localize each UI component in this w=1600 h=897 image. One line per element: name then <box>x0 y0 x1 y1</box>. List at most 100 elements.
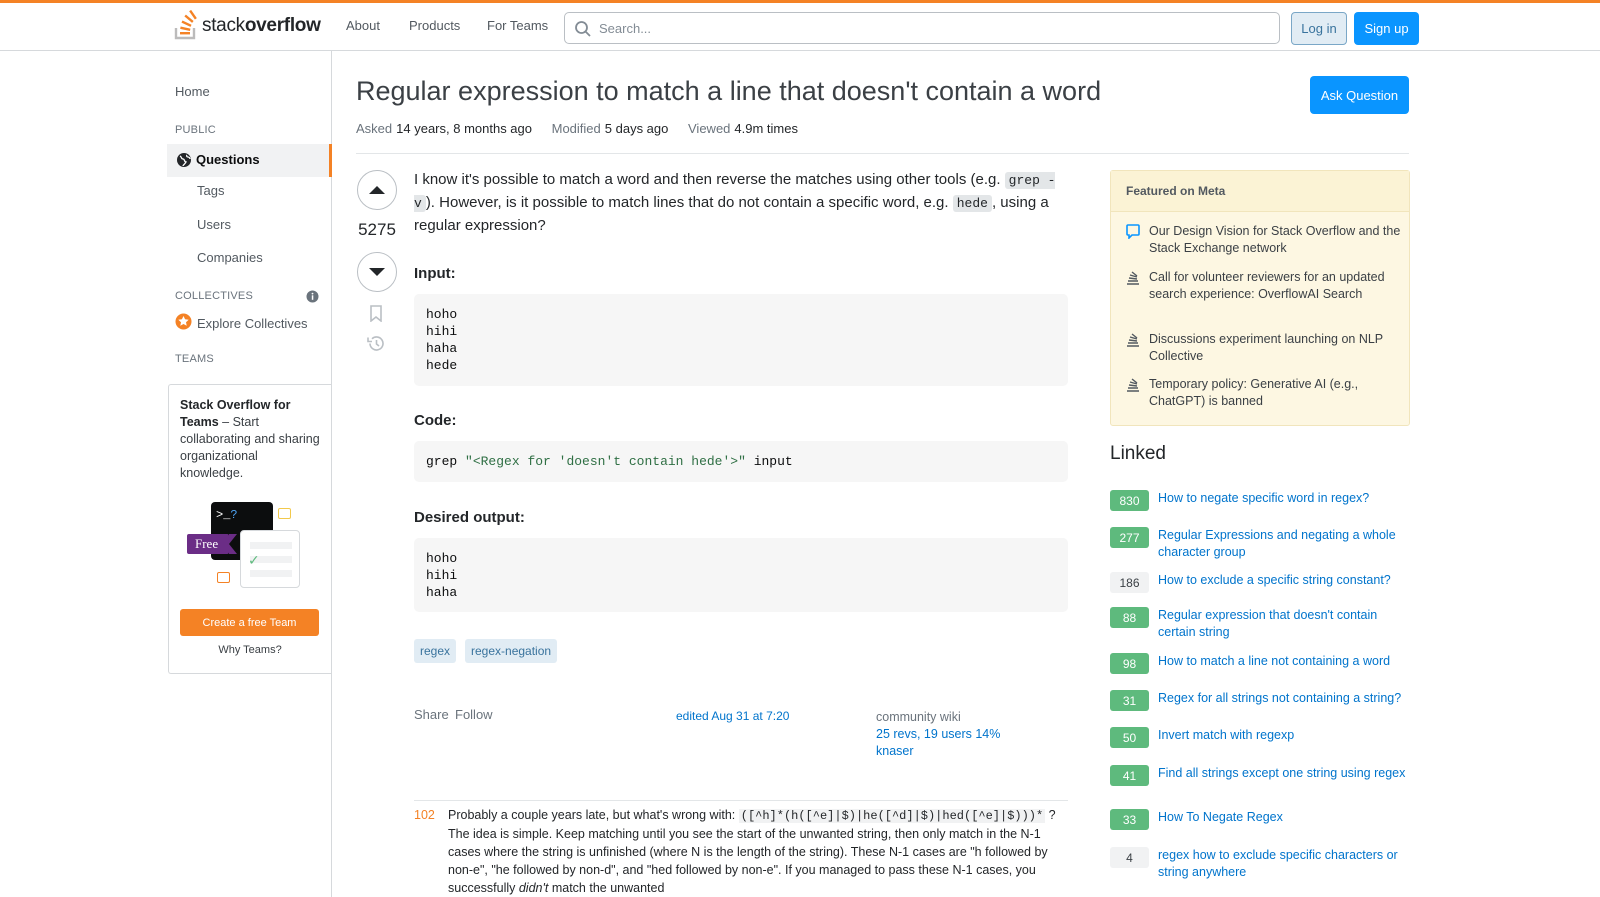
linked-question[interactable]: 50 Invert match with regexp <box>1110 727 1410 748</box>
info-icon[interactable] <box>306 290 319 306</box>
code-heading: Code: <box>414 412 457 429</box>
linked-title: Invert match with regexp <box>1158 728 1295 742</box>
featured-heading: Featured on Meta <box>1111 171 1409 212</box>
modified-value[interactable]: 5 days ago <box>605 121 669 136</box>
linked-title: Regex for all strings not containing a s… <box>1158 691 1402 705</box>
linked-score: 186 <box>1110 572 1149 593</box>
linked-question[interactable]: 88 Regular expression that doesn't contai… <box>1110 607 1410 641</box>
input-heading: Input: <box>414 265 456 282</box>
linked-heading: Linked <box>1110 443 1166 464</box>
sidebar-heading-collectives: COLLECTIVES <box>175 290 254 302</box>
featured-item[interactable]: Temporary policy: Generative AI (e.g., C… <box>1126 376 1401 410</box>
comment-text: Probably a couple years late, but what's… <box>448 808 1056 895</box>
linked-question[interactable]: 830 How to negate specific word in regex? <box>1110 490 1410 511</box>
arrow-down-icon <box>368 265 386 280</box>
linked-score: 41 <box>1110 765 1149 786</box>
linked-title: How To Negate Regex <box>1158 810 1283 824</box>
linked-question[interactable]: 41 Find all strings except one string usi… <box>1110 765 1410 786</box>
sidebar-item-explore-collectives[interactable]: Explore Collectives <box>175 313 308 333</box>
stackoverflow-logo[interactable]: stackoverflow <box>174 9 321 43</box>
linked-title: Regular expression that doesn't contain … <box>1158 608 1378 639</box>
featured-item[interactable]: Call for volunteer reviewers for an upda… <box>1126 269 1401 303</box>
stackoverflow-logo-icon <box>174 9 198 43</box>
linked-score: 277 <box>1110 527 1149 548</box>
linked-title: Regular Expressions and negating a whole… <box>1158 528 1396 559</box>
sidebar-item-questions[interactable]: Questions <box>167 144 332 177</box>
output-heading: Desired output: <box>414 509 525 526</box>
collectives-icon <box>175 313 192 333</box>
linked-score: 33 <box>1110 809 1149 830</box>
tag-regex[interactable]: regex <box>414 639 457 663</box>
teams-promo: Stack Overflow for Teams – Start collabo… <box>168 384 332 674</box>
linked-title: regex how to exclude specific characters… <box>1158 848 1398 879</box>
comment-code: ([^h]*(h([^e]|$)|he([^d]|$)|hed([^e]|$))… <box>738 809 1046 823</box>
linked-question[interactable]: 277 Regular Expressions and negating a wh… <box>1110 527 1410 561</box>
teams-illustration: >_? ✓ Free <box>187 500 307 592</box>
linked-score: 98 <box>1110 653 1149 674</box>
linked-question[interactable]: 4 regex how to exclude specific character… <box>1110 847 1410 881</box>
teams-promo-text: Stack Overflow for Teams – Start collabo… <box>180 398 320 480</box>
speech-bubble-icon <box>1126 223 1149 257</box>
featured-item[interactable]: Discussions experiment launching on NLP … <box>1126 331 1401 365</box>
linked-question[interactable]: 186 How to exclude a specific string cons… <box>1110 572 1410 593</box>
sidebar-item-companies[interactable]: Companies <box>197 250 263 265</box>
free-badge: Free <box>195 536 219 551</box>
asked-label: Asked <box>356 121 393 136</box>
why-teams-link[interactable]: Why Teams? <box>169 644 331 656</box>
left-sidebar: Home PUBLIC Questions Tags Users Compani… <box>0 51 332 897</box>
sidebar-item-users[interactable]: Users <box>197 217 231 232</box>
linked-question[interactable]: 33 How To Negate Regex <box>1110 809 1410 830</box>
nav-products[interactable]: Products <box>409 18 460 33</box>
bookmark-icon[interactable] <box>369 305 383 325</box>
arrow-up-icon <box>368 183 386 198</box>
divider <box>356 153 1409 154</box>
ask-question-button[interactable]: Ask Question <box>1310 76 1409 114</box>
asked-value: 14 years, 8 months ago <box>396 121 532 136</box>
linked-title: How to exclude a specific string constan… <box>1158 573 1391 587</box>
modified-label: Modified <box>551 121 601 136</box>
linked-title: How to match a line not containing a wor… <box>1158 654 1391 668</box>
linked-score: 830 <box>1110 490 1149 511</box>
sidebar-item-tags[interactable]: Tags <box>197 183 224 198</box>
signup-button[interactable]: Sign up <box>1354 12 1419 45</box>
top-bar: stackoverflow About Products For Teams L… <box>0 0 1600 51</box>
share-link[interactable]: Share <box>414 707 449 722</box>
code-block: grep "<Regex for 'doesn't contain hede'>… <box>414 441 1068 482</box>
linked-question[interactable]: 98 How to match a line not containing a w… <box>1110 653 1410 674</box>
linked-score: 31 <box>1110 690 1149 711</box>
stack-exchange-icon <box>1126 331 1149 365</box>
login-button[interactable]: Log in <box>1291 12 1347 45</box>
viewed-value: 4.9m times <box>734 121 798 136</box>
nav-about[interactable]: About <box>346 18 380 33</box>
search-input[interactable] <box>597 18 1257 38</box>
vote-count: 5275 <box>358 220 396 239</box>
nav-for-teams[interactable]: For Teams <box>487 18 548 33</box>
inline-code: hede <box>952 195 992 212</box>
comment-score: 102 <box>414 808 435 822</box>
question-body: I know it's possible to match a word and… <box>414 171 1056 234</box>
stack-exchange-icon <box>1126 376 1149 410</box>
upvote-button[interactable] <box>357 170 397 210</box>
globe-icon <box>176 152 192 171</box>
question-title[interactable]: Regular expression to match a line that … <box>356 76 1101 107</box>
featured-item[interactable]: Our Design Vision for Stack Overflow and… <box>1126 223 1401 257</box>
linked-title: Find all strings except one string using… <box>1158 766 1406 780</box>
create-team-button[interactable]: Create a free Team <box>180 609 319 636</box>
featured-on-meta: Featured on Meta Our Design Vision for S… <box>1110 170 1410 426</box>
wiki-label: community wiki <box>876 710 961 724</box>
tag-regex-negation[interactable]: regex-negation <box>465 639 558 663</box>
search-box[interactable] <box>564 12 1280 44</box>
linked-question[interactable]: 31 Regex for all strings not containing a… <box>1110 690 1410 711</box>
edited-link[interactable]: edited Aug 31 at 7:20 <box>676 709 789 723</box>
wiki-revisions-link[interactable]: 25 revs, 19 users 14% <box>876 726 1000 743</box>
sidebar-heading-teams: TEAMS <box>175 353 214 365</box>
wiki-user-link[interactable]: knaser <box>876 743 1000 760</box>
history-icon[interactable] <box>366 335 385 355</box>
sidebar-item-home[interactable]: Home <box>175 84 210 99</box>
follow-link[interactable]: Follow <box>455 707 493 722</box>
linked-title: How to negate specific word in regex? <box>1158 491 1370 505</box>
linked-score: 50 <box>1110 727 1149 748</box>
sidebar-heading-public: PUBLIC <box>175 124 216 136</box>
downvote-button[interactable] <box>357 252 397 292</box>
input-code-block: hoho hihi haha hede <box>414 294 1068 386</box>
